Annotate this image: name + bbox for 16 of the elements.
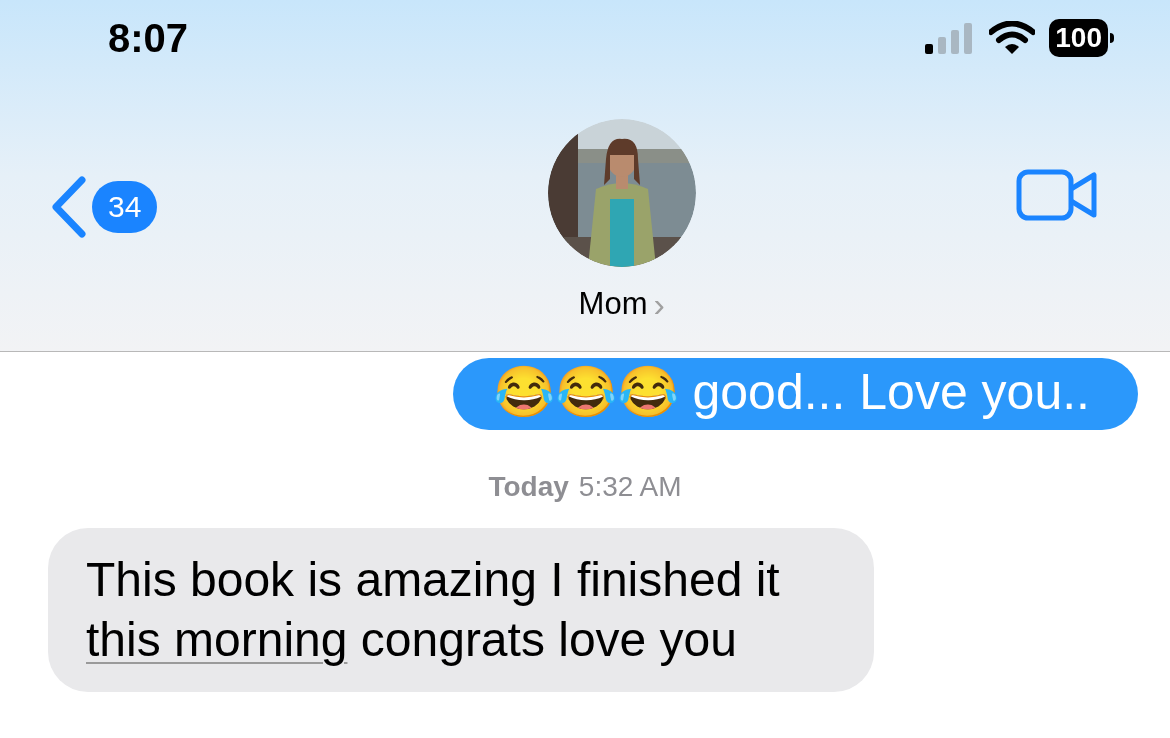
video-camera-icon [1016,169,1098,221]
timestamp-time: 5:32 AM [578,470,682,504]
message-text: This book is amazing I finished it this morning congrats love you [86,552,781,668]
contact-button[interactable]: Mom › [547,119,696,330]
video-call-button[interactable] [1016,169,1098,221]
contact-name: Mom [578,285,648,324]
timestamp-day: Today [488,466,569,508]
battery-tip-icon [1110,33,1114,43]
back-button[interactable]: 34 [48,176,158,238]
sent-message-bubble: 😂😂😂 good... Love you.. [452,358,1138,430]
wifi-icon [989,21,1036,55]
battery-indicator: 100 [1049,19,1108,57]
date-link[interactable]: this morning [86,613,348,666]
unread-count-badge: 34 [92,181,158,233]
status-time: 8:07 [108,15,189,62]
chevron-icon: › [653,279,665,330]
